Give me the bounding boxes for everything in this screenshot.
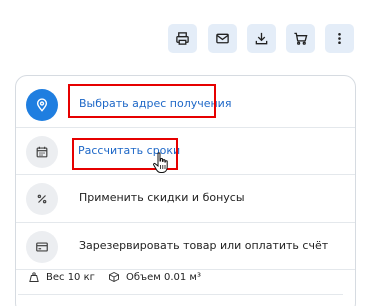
cart-icon — [294, 32, 308, 45]
more-button[interactable] — [325, 24, 354, 53]
email-button[interactable] — [208, 24, 237, 53]
cube-icon — [109, 271, 119, 283]
credit-card-icon-wrap — [26, 231, 58, 263]
option-label: Зарезервировать товар или оплатить счёт — [79, 239, 329, 252]
option-reserve-pay[interactable]: Зарезервировать товар или оплатить счёт — [16, 223, 355, 271]
percent-icon — [37, 194, 47, 204]
print-button[interactable] — [168, 24, 197, 53]
product-meta: Вес 10 кг Объем 0.01 м³ — [16, 267, 355, 287]
volume-info: Объем 0.01 м³ — [108, 271, 201, 283]
more-vertical-icon — [338, 32, 341, 45]
hand-cursor-icon — [152, 152, 168, 173]
calendar-icon-wrap — [26, 136, 58, 168]
percent-icon-wrap — [26, 183, 58, 215]
credit-card-icon — [36, 242, 48, 252]
mail-icon — [216, 33, 229, 44]
divider — [18, 294, 343, 295]
option-discounts[interactable]: Применить скидки и бонусы — [16, 175, 355, 223]
option-label[interactable]: Выбрать адрес получения — [79, 97, 231, 111]
location-pin-icon — [36, 98, 48, 112]
download-icon — [255, 32, 268, 45]
weight-text: Вес 10 кг — [46, 271, 95, 283]
printer-icon — [176, 32, 189, 45]
option-label: Применить скидки и бонусы — [79, 191, 245, 204]
download-button[interactable] — [247, 24, 276, 53]
volume-text: Объем 0.01 м³ — [126, 271, 201, 283]
cart-button[interactable] — [286, 24, 315, 53]
order-options-card: Выбрать адрес получения Рассчитать сроки — [15, 75, 356, 306]
option-select-address[interactable]: Выбрать адрес получения — [16, 81, 355, 129]
weight-icon — [29, 272, 39, 282]
weight-info: Вес 10 кг — [28, 271, 95, 283]
location-pin-icon-wrap — [26, 89, 58, 121]
toolbar — [0, 24, 368, 54]
calendar-icon — [36, 146, 48, 158]
option-calculate-terms[interactable]: Рассчитать сроки — [16, 128, 355, 176]
